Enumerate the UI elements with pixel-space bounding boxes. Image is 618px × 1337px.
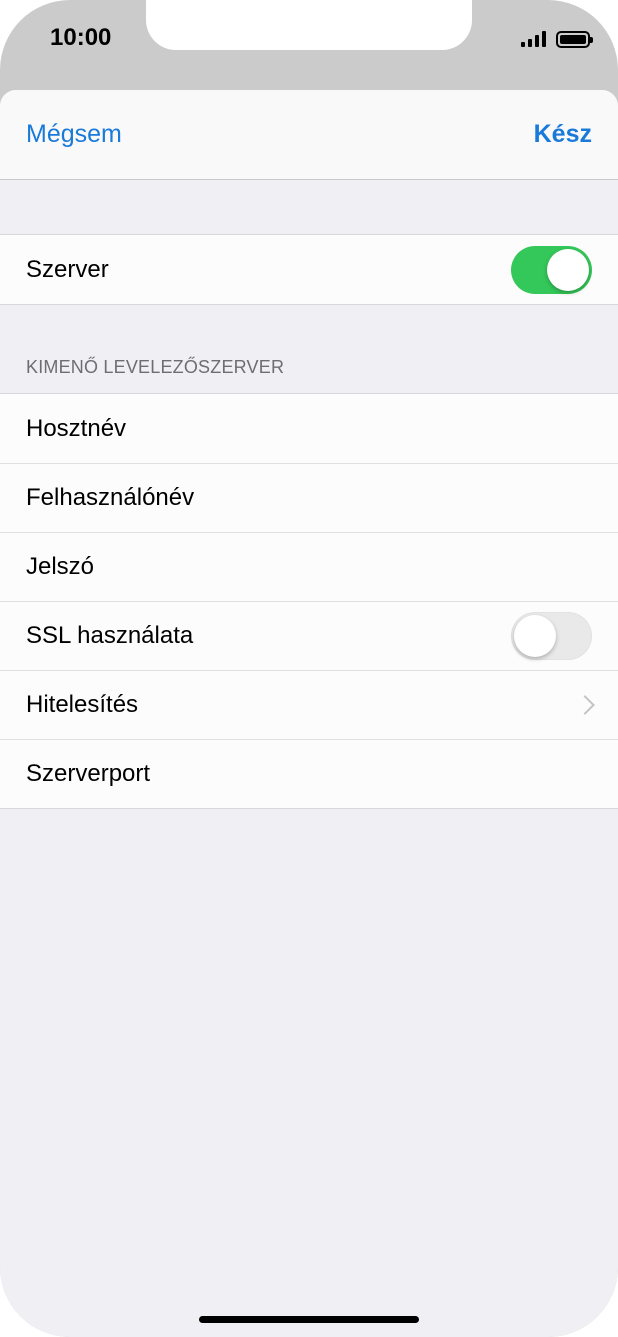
ssl-label: SSL használata: [26, 621, 194, 649]
password-label: Jelszó: [26, 552, 95, 580]
hostname-row[interactable]: Hosztnév: [0, 394, 618, 463]
signal-icon: [521, 31, 546, 47]
status-icons: [521, 28, 593, 50]
battery-icon: [556, 30, 593, 48]
outgoing-server-group: Hosztnév Felhasználónév Jelszó SSL haszn…: [0, 393, 618, 809]
navigation-bar: Mégsem Kész: [0, 90, 618, 180]
authentication-row[interactable]: Hitelesítés: [0, 670, 618, 739]
notch: [146, 0, 472, 50]
server-group: Szerver: [0, 234, 618, 305]
status-time: 10:00: [50, 24, 112, 51]
ssl-toggle[interactable]: [511, 611, 592, 660]
toggle-knob: [514, 614, 556, 657]
hostname-label: Hosztnév: [26, 414, 127, 442]
server-row: Szerver: [0, 235, 618, 304]
server-label: Szerver: [26, 255, 109, 283]
device-frame: 10:00 Mégsem Kész Szerver KIMENŐ LEVELEZ…: [0, 0, 618, 1337]
server-port-label: Szerverport: [26, 759, 151, 787]
authentication-label: Hitelesítés: [26, 690, 139, 718]
home-indicator: [199, 1316, 419, 1323]
outgoing-section-header: KIMENŐ LEVELEZŐSZERVER: [26, 357, 285, 377]
server-port-row[interactable]: Szerverport: [0, 739, 618, 808]
toggle-knob: [547, 248, 589, 291]
username-row[interactable]: Felhasználónév: [0, 463, 618, 532]
cancel-button[interactable]: Mégsem: [26, 90, 122, 179]
settings-sheet: Mégsem Kész Szerver KIMENŐ LEVELEZŐSZERV…: [0, 90, 618, 1337]
server-toggle[interactable]: [511, 245, 592, 294]
done-button[interactable]: Kész: [534, 90, 592, 179]
username-label: Felhasználónév: [26, 483, 195, 511]
ssl-row: SSL használata: [0, 601, 618, 670]
password-row[interactable]: Jelszó: [0, 532, 618, 601]
chevron-right-icon: [575, 694, 595, 715]
